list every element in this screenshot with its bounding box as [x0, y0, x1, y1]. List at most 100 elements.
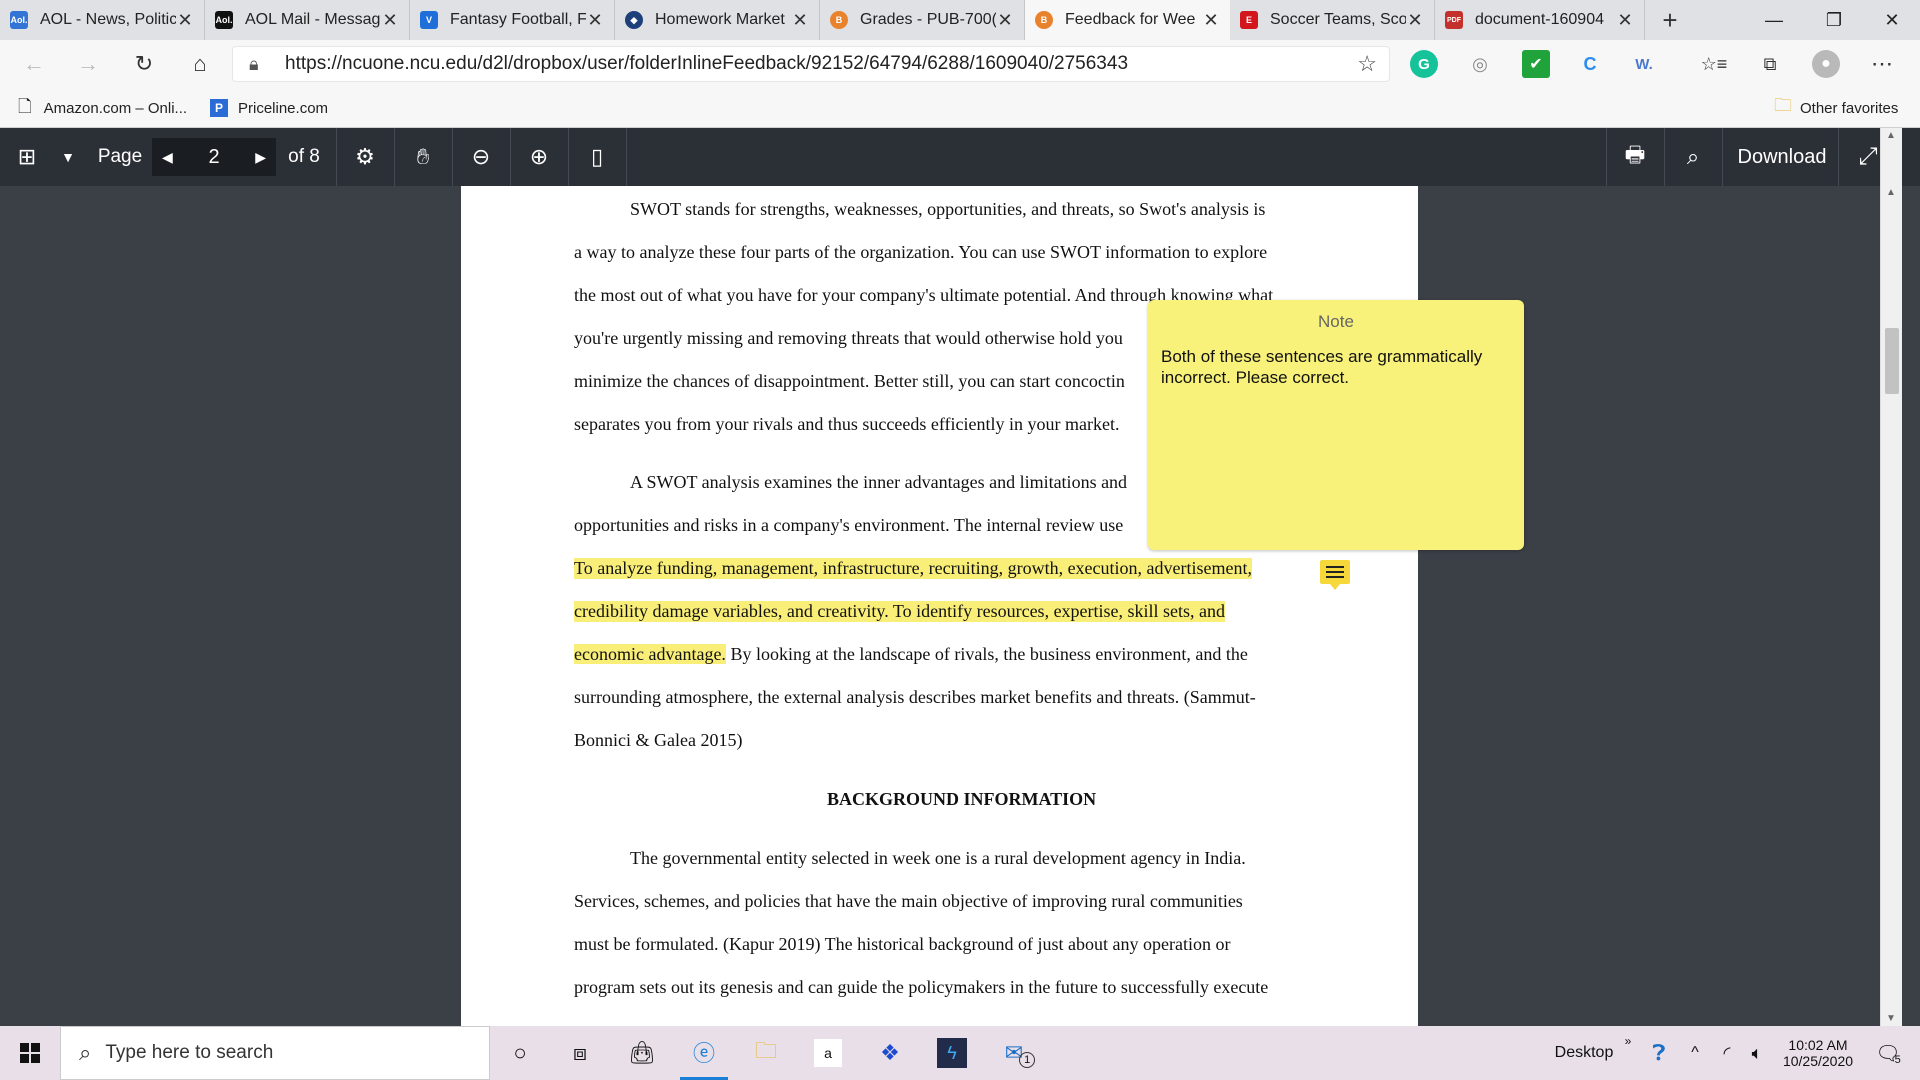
c-extension-icon[interactable]: C — [1576, 50, 1604, 78]
w-extension-icon[interactable]: W. — [1630, 50, 1658, 78]
mail-icon[interactable]: ✉ 1 — [990, 1026, 1050, 1080]
back-button[interactable]: ← — [18, 48, 50, 80]
app-bolt-icon[interactable]: ϟ — [928, 1026, 976, 1080]
notifications-icon[interactable]: 🗨︎ 5 — [1868, 1026, 1908, 1080]
desktop-toolbar-label[interactable]: Desktop — [1548, 1026, 1620, 1080]
brightspace-icon: B — [830, 11, 848, 29]
dropbox-icon[interactable]: ❖ — [866, 1026, 914, 1080]
collections-icon[interactable]: ⧉ — [1756, 50, 1784, 78]
close-tab-icon[interactable]: ✕ — [1202, 10, 1220, 31]
favorites-icon[interactable]: ☆≡ — [1700, 50, 1728, 78]
tab-fantasy-football[interactable]: V Fantasy Football, F ✕ — [410, 0, 615, 40]
close-tab-icon[interactable]: ✕ — [176, 10, 194, 31]
search-icon[interactable]: ⌕ — [1672, 128, 1714, 186]
download-button[interactable]: Download — [1730, 128, 1834, 186]
wifi-icon[interactable]: ◜ — [1712, 1026, 1742, 1080]
cortana-circle-icon[interactable]: ○ — [496, 1026, 544, 1080]
tab-aol-news[interactable]: Aol. AOL - News, Politic ✕ — [0, 0, 205, 40]
chevron-up-icon[interactable]: ^ — [1680, 1026, 1710, 1080]
page-label: Page — [97, 146, 143, 167]
tab-title: AOL - News, Politic — [40, 11, 176, 28]
taskbar-search-box[interactable]: ⌕ Type here to search — [60, 1026, 490, 1080]
tab-aol-mail[interactable]: Aol. AOL Mail - Messag ✕ — [205, 0, 410, 40]
thumbnails-grid-icon[interactable]: ⊞ — [12, 128, 42, 186]
bookmark-label: Amazon.com – Onli... — [43, 99, 188, 117]
doc-line: minimize the chances of disappointment. … — [574, 371, 1125, 391]
chevron-down-icon[interactable]: ▼ — [58, 128, 78, 186]
page-icon: 🗋 — [18, 96, 32, 116]
settings-menu-icon[interactable]: ⋯ — [1868, 50, 1896, 78]
zoom-in-icon[interactable]: ⊕ — [518, 128, 560, 186]
tab-feedback-active[interactable]: B Feedback for Wee ✕ — [1025, 0, 1230, 40]
pan-hand-icon[interactable]: ✋︎ — [402, 128, 444, 186]
file-explorer-icon[interactable]: 🗀 — [742, 1026, 790, 1080]
zoom-out-icon[interactable]: ⊖ — [460, 128, 502, 186]
settings-gear-icon[interactable]: ⚙ — [344, 128, 386, 186]
date: 10/25/2020 — [1782, 1053, 1854, 1069]
lock-icon: 🔒︎ — [249, 53, 259, 74]
highlighted-text[interactable]: To analyze funding, management, infrastr… — [574, 558, 1252, 579]
note-comment-icon[interactable] — [1320, 560, 1350, 590]
amazon-app-icon[interactable]: a — [804, 1026, 852, 1080]
task-view-icon[interactable]: ⧈ — [556, 1026, 604, 1080]
close-tab-icon[interactable]: ✕ — [1616, 10, 1634, 31]
close-tab-icon[interactable]: ✕ — [996, 10, 1014, 31]
close-tab-icon[interactable]: ✕ — [381, 10, 399, 31]
extension-icon[interactable]: ◎ — [1466, 50, 1494, 78]
checkmark-extension-icon[interactable]: ✔ — [1522, 50, 1550, 78]
page-number-input[interactable]: 2 — [208, 146, 219, 169]
scroll-down-icon[interactable]: ▼ — [1886, 1013, 1896, 1024]
restore-button[interactable]: ❐ — [1804, 0, 1864, 40]
tab-title: Homework Market — [655, 11, 785, 28]
windows-start-icon[interactable] — [0, 1026, 60, 1080]
scroll-up-icon[interactable]: ▲ — [1886, 187, 1896, 198]
close-tab-icon[interactable]: ✕ — [1406, 10, 1424, 31]
tab-homework-market[interactable]: ◆ Homework Market ✕ — [615, 0, 820, 40]
doc-line: surrounding atmosphere, the external ana… — [574, 687, 1256, 707]
fit-page-icon[interactable]: ▯ — [576, 128, 618, 186]
bookmark-priceline[interactable]: P Priceline.com — [210, 88, 328, 128]
note-title: Note — [1318, 312, 1354, 331]
tab-document-pdf[interactable]: PDF document-160904 ✕ — [1435, 0, 1645, 40]
store-bag-icon[interactable]: 👜︎ — [618, 1026, 666, 1080]
other-favorites[interactable]: 🗀 Other favorites — [1774, 88, 1898, 128]
tab-title: Soccer Teams, Sco — [1270, 11, 1406, 28]
print-icon[interactable]: 🖶︎ — [1614, 128, 1656, 186]
annotation-note-popup[interactable]: Note Both of these sentences are grammat… — [1148, 300, 1524, 550]
scrollbar-thumb[interactable] — [1885, 328, 1899, 394]
close-tab-icon[interactable]: ✕ — [791, 10, 809, 31]
chevron-right-icon[interactable]: » — [1620, 1014, 1636, 1068]
help-icon[interactable]: ❓︎ — [1644, 1026, 1674, 1080]
close-window-button[interactable]: ✕ — [1862, 0, 1920, 40]
brightspace-icon: B — [1035, 11, 1053, 29]
address-bar[interactable]: 🔒︎ https://ncuone.ncu.edu/d2l/dropbox/us… — [232, 46, 1390, 82]
home-button[interactable]: ⌂ — [184, 48, 216, 80]
next-page-icon[interactable]: ▶ — [255, 149, 266, 166]
tab-grades[interactable]: B Grades - PUB-700(✕ — [820, 0, 1025, 40]
minimize-button[interactable]: — — [1744, 0, 1804, 40]
volume-icon[interactable]: 🔈︎ — [1742, 1026, 1772, 1080]
doc-line: Services, schemes, and policies that hav… — [574, 891, 1243, 911]
scroll-up-icon[interactable]: ▲ — [1886, 130, 1896, 141]
time: 10:02 AM — [1788, 1037, 1848, 1053]
doc-line: The governmental entity selected in week… — [630, 848, 1246, 868]
new-tab-button[interactable]: + — [1650, 0, 1690, 40]
vertical-scrollbar[interactable]: ▲ ▲ ▼ — [1880, 128, 1902, 1026]
doc-line: economic advantage. By looking at the la… — [574, 644, 1248, 665]
grammarly-icon[interactable]: G — [1410, 50, 1438, 78]
section-heading: BACKGROUND INFORMATION — [827, 789, 1097, 809]
profile-avatar[interactable]: ● — [1812, 50, 1840, 78]
url-text: https://ncuone.ncu.edu/d2l/dropbox/user/… — [285, 53, 1129, 74]
bookmark-amazon[interactable]: 🗋 Amazon.com – Onli... — [18, 88, 187, 128]
clock[interactable]: 10:02 AM 10/25/2020 — [1774, 1026, 1862, 1080]
edge-browser-icon[interactable]: ⓔ — [680, 1026, 728, 1080]
close-tab-icon[interactable]: ✕ — [586, 10, 604, 31]
prev-page-icon[interactable]: ◀ — [162, 149, 173, 166]
doc-line: program sets out its genesis and can gui… — [574, 977, 1269, 997]
favorite-star-icon[interactable]: ☆ — [1357, 51, 1377, 77]
refresh-button[interactable]: ↻ — [128, 48, 160, 80]
highlighted-text[interactable]: economic advantage. — [574, 644, 726, 664]
tab-soccer-teams[interactable]: E Soccer Teams, Sco ✕ — [1230, 0, 1435, 40]
highlighted-text[interactable]: credibility damage variables, and creati… — [574, 601, 1226, 622]
forward-button[interactable]: → — [72, 48, 104, 80]
